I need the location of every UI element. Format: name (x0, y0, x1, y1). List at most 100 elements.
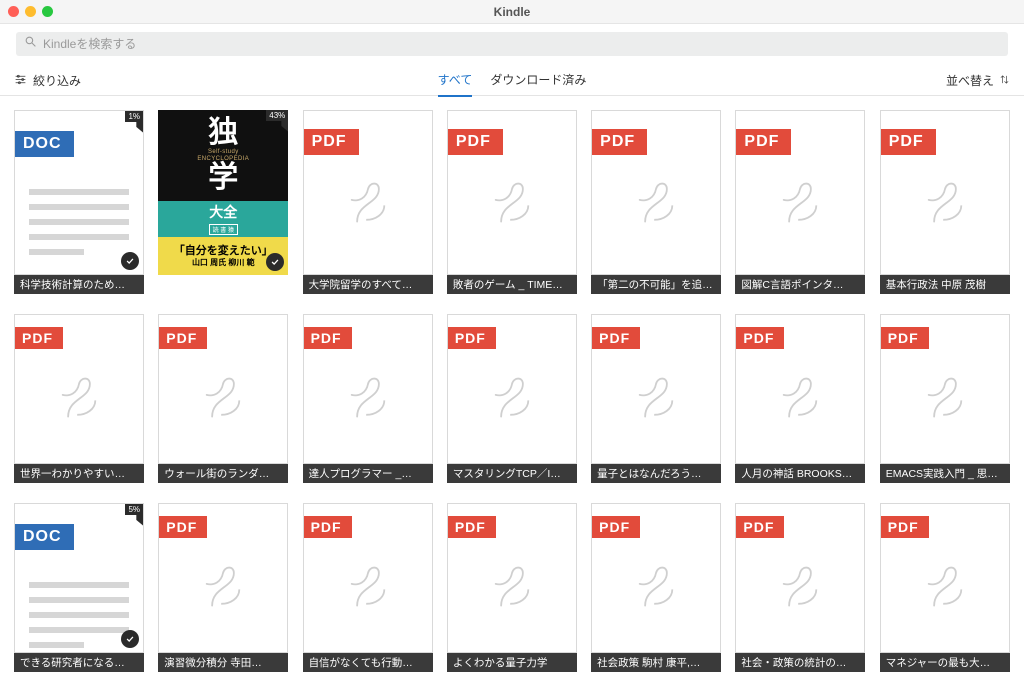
filter-row: 絞り込み すべて ダウンロード済み 並べ替え (0, 66, 1024, 96)
filter-icon (14, 73, 27, 89)
book-cover[interactable]: 独Self-studyENCYCLOPEDIA学大全読 書 猿「自分を変えたい」… (158, 110, 288, 275)
book-cover[interactable]: PDF (880, 503, 1010, 653)
book-item[interactable]: PDFマスタリングTCP／I… (447, 314, 577, 483)
pdf-icon (483, 174, 541, 237)
downloaded-check-icon (121, 252, 139, 270)
book-title: 人月の神話 BROOKS… (735, 464, 865, 483)
tab-all[interactable]: すべて (438, 65, 473, 97)
book-title: マネジャーの最も大… (880, 653, 1010, 672)
book-item[interactable]: PDFウォール街のランダ… (158, 314, 288, 483)
sort-label: 並べ替え (946, 72, 994, 89)
pdf-badge: PDF (304, 129, 359, 155)
book-title: 社会政策 駒村 康平,… (591, 653, 721, 672)
book-cover[interactable]: PDF (303, 314, 433, 464)
book-item[interactable]: PDF図解C言語ポインタ… (735, 110, 865, 294)
book-cover[interactable]: PDF (591, 314, 721, 464)
pdf-badge: PDF (592, 516, 640, 538)
book-cover[interactable]: DOC5% (14, 503, 144, 653)
book-title: 「第二の不可能」を追… (591, 275, 721, 294)
pdf-badge: PDF (159, 516, 207, 538)
book-title: 科学技術計算のため… (14, 275, 144, 294)
book-cover[interactable]: PDF (880, 110, 1010, 275)
book-item[interactable]: PDF人月の神話 BROOKS… (735, 314, 865, 483)
pdf-badge: PDF (881, 129, 936, 155)
book-item[interactable]: PDF敗者のゲーム _ TIME… (447, 110, 577, 294)
pdf-icon (50, 369, 108, 432)
pdf-icon (771, 558, 829, 621)
book-item[interactable]: PDF マネジャーの最も大… (880, 503, 1010, 672)
book-cover[interactable]: PDF (158, 314, 288, 464)
book-item[interactable]: PDF演習微分積分 寺田… (158, 503, 288, 672)
book-item[interactable]: PDF自信がなくても行動… (303, 503, 433, 672)
book-item[interactable]: PDF 社会政策 駒村 康平,… (591, 503, 721, 672)
book-cover[interactable]: PDF (14, 314, 144, 464)
book-item[interactable]: PDF EMACS実践入門 _ 思… (880, 314, 1010, 483)
book-cover[interactable]: PDF (158, 503, 288, 653)
book-cover[interactable]: PDF (591, 110, 721, 275)
book-title: 大学院留学のすべて… (303, 275, 433, 294)
book-cover[interactable]: PDF (303, 110, 433, 275)
sort-button[interactable]: 並べ替え (946, 72, 1010, 89)
filter-label: 絞り込み (33, 72, 81, 89)
filter-button[interactable]: 絞り込み (14, 72, 81, 89)
search-box[interactable] (16, 32, 1008, 56)
book-item[interactable]: PDF世界一わかりやすい… (14, 314, 144, 483)
pdf-badge: PDF (881, 327, 929, 349)
pdf-icon (627, 369, 685, 432)
book-item[interactable]: PDFよくわかる量子力学 (447, 503, 577, 672)
book-item[interactable]: PDF 達人プログラマー _… (303, 314, 433, 483)
book-cover[interactable]: PDF (447, 314, 577, 464)
book-cover[interactable]: PDF (735, 110, 865, 275)
book-item[interactable]: PDF 大学院留学のすべて… (303, 110, 433, 294)
titlebar: Kindle (0, 0, 1024, 24)
pdf-badge: PDF (881, 516, 929, 538)
window-title: Kindle (0, 5, 1024, 19)
book-cover[interactable]: PDF (880, 314, 1010, 464)
pdf-icon (339, 174, 397, 237)
pdf-icon (916, 369, 974, 432)
book-title: 達人プログラマー _… (303, 464, 433, 483)
pdf-icon (483, 558, 541, 621)
book-cover[interactable]: PDF (447, 503, 577, 653)
book-title: 図解C言語ポインタ… (735, 275, 865, 294)
pdf-icon (771, 369, 829, 432)
pdf-badge: PDF (448, 516, 496, 538)
library-grid: DOC 1% 科学技術計算のため… 独Self-studyENCYCLOPEDIA学大… (0, 96, 1024, 682)
progress-badge: 1% (125, 111, 143, 122)
book-item[interactable]: PDF「第二の不可能」を追… (591, 110, 721, 294)
book-cover[interactable]: DOC 1% (14, 110, 144, 275)
book-title: 基本行政法 中原 茂樹 (880, 275, 1010, 294)
book-cover[interactable]: PDF (303, 503, 433, 653)
doc-lines-icon (29, 582, 129, 648)
pdf-icon (339, 558, 397, 621)
pdf-badge: PDF (304, 327, 352, 349)
book-item[interactable]: PDF社会・政策の統計の… (735, 503, 865, 672)
book-item[interactable]: DOC5%できる研究者になる… (14, 503, 144, 672)
downloaded-check-icon (121, 630, 139, 648)
book-cover[interactable]: PDF (735, 503, 865, 653)
pdf-icon (771, 174, 829, 237)
pdf-badge: PDF (15, 327, 63, 349)
tab-downloaded[interactable]: ダウンロード済み (490, 65, 586, 97)
book-title: EMACS実践入門 _ 思… (880, 464, 1010, 483)
sort-icon (999, 74, 1010, 88)
library-tabs: すべて ダウンロード済み (0, 65, 1024, 97)
book-cover[interactable]: PDF (735, 314, 865, 464)
book-title: マスタリングTCP／I… (447, 464, 577, 483)
doc-lines-icon (29, 189, 129, 255)
book-item[interactable]: DOC 1% 科学技術計算のため… (14, 110, 144, 294)
search-input[interactable] (43, 37, 1000, 51)
book-title: 敗者のゲーム _ TIME… (447, 275, 577, 294)
book-cover[interactable]: PDF (591, 503, 721, 653)
pdf-badge: PDF (592, 327, 640, 349)
book-item[interactable]: PDF量子とはなんだろう… (591, 314, 721, 483)
doc-badge: DOC (15, 524, 74, 550)
book-title: 社会・政策の統計の… (735, 653, 865, 672)
book-item[interactable]: PDF 基本行政法 中原 茂樹 (880, 110, 1010, 294)
doc-badge: DOC (15, 131, 74, 157)
book-title: できる研究者になる… (14, 653, 144, 672)
pdf-icon (194, 558, 252, 621)
book-item[interactable]: 独Self-studyENCYCLOPEDIA学大全読 書 猿「自分を変えたい」… (158, 110, 288, 294)
search-icon (24, 35, 37, 53)
book-cover[interactable]: PDF (447, 110, 577, 275)
